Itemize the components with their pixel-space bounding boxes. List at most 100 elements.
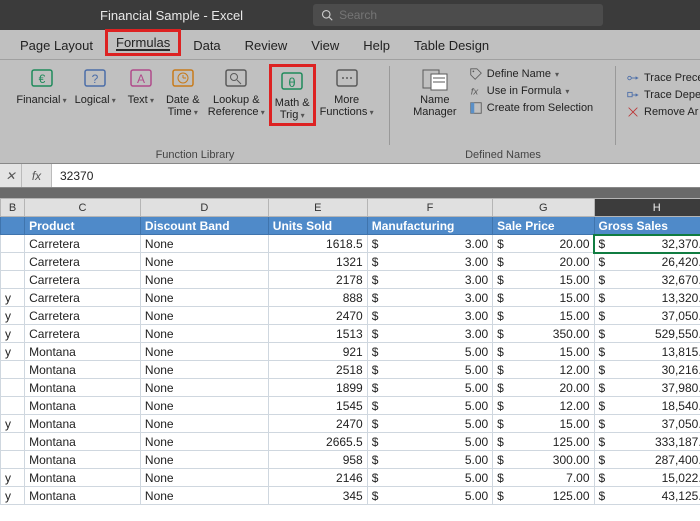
grid[interactable]: B C D E F G H Product Discount Band Unit… [0,198,700,505]
tab-formulas[interactable]: Formulas [105,29,181,56]
financial-button[interactable]: € Financial [12,64,70,108]
cell[interactable]: Montana [25,487,141,505]
cell[interactable]: y [1,487,25,505]
cell[interactable]: Carretera [25,325,141,343]
cell[interactable]: 287,400.00 [594,451,700,469]
cell[interactable]: 37,980.00 [594,379,700,397]
cell[interactable]: None [140,469,268,487]
cell[interactable]: 3.00 [367,235,492,253]
remove-arrows-button[interactable]: Remove Ar [624,104,700,120]
more-functions-button[interactable]: More Functions [316,64,378,120]
cell[interactable]: None [140,253,268,271]
cell[interactable]: 350.00 [493,325,594,343]
cell[interactable] [1,253,25,271]
cell[interactable]: 3.00 [367,289,492,307]
cell[interactable]: 5.00 [367,397,492,415]
define-name-button[interactable]: Define Name [467,66,595,82]
cell[interactable]: Carretera [25,307,141,325]
cell[interactable]: 1899 [268,379,367,397]
cell[interactable]: 3.00 [367,253,492,271]
cell[interactable]: 26,420.00 [594,253,700,271]
cell[interactable]: None [140,415,268,433]
cell[interactable] [1,361,25,379]
cell[interactable]: 529,550.00 [594,325,700,343]
cell[interactable]: None [140,343,268,361]
cell[interactable]: 2470 [268,307,367,325]
cell[interactable]: 15.00 [493,415,594,433]
math-trig-button[interactable]: θ Math & Trig [269,64,316,126]
tab-table-design[interactable]: Table Design [402,32,501,59]
create-from-selection-button[interactable]: Create from Selection [467,100,595,116]
table-row[interactable]: CarreteraNone13213.0020.0026,420.00 [1,253,700,271]
cell[interactable]: None [140,433,268,451]
formula-value[interactable]: 32370 [52,164,700,187]
tab-help[interactable]: Help [351,32,402,59]
cancel-formula-button[interactable]: ✕ [0,164,22,187]
cell[interactable]: None [140,271,268,289]
cell[interactable]: None [140,397,268,415]
table-row[interactable]: yMontanaNone21465.007.0015,022.00 [1,469,700,487]
fx-button[interactable]: fx [22,164,52,187]
cell[interactable]: 5.00 [367,469,492,487]
table-row[interactable]: yCarreteraNone15133.00350.00529,550.00 [1,325,700,343]
cell[interactable]: Carretera [25,253,141,271]
cell[interactable]: 921 [268,343,367,361]
table-row[interactable]: MontanaNone25185.0012.0030,216.00 [1,361,700,379]
tab-page-layout[interactable]: Page Layout [8,32,105,59]
cell[interactable]: 15.00 [493,307,594,325]
cell[interactable]: None [140,307,268,325]
cell[interactable]: 12.00 [493,397,594,415]
table-row[interactable]: MontanaNone18995.0020.0037,980.00 [1,379,700,397]
cell[interactable]: Montana [25,361,141,379]
table-row[interactable]: yMontanaNone9215.0015.0013,815.00 [1,343,700,361]
cell[interactable]: 300.00 [493,451,594,469]
cell[interactable]: 5.00 [367,343,492,361]
cell[interactable]: Montana [25,397,141,415]
col-f[interactable]: F [367,199,492,217]
cell[interactable]: Montana [25,469,141,487]
cell[interactable]: y [1,343,25,361]
cell[interactable]: 2146 [268,469,367,487]
cell[interactable]: 13,320.00 [594,289,700,307]
cell[interactable]: 15.00 [493,343,594,361]
cell[interactable]: 888 [268,289,367,307]
cell[interactable]: None [140,289,268,307]
name-manager-button[interactable]: Name Manager [407,64,463,120]
tab-view[interactable]: View [299,32,351,59]
cell[interactable]: Montana [25,343,141,361]
cell[interactable]: Montana [25,433,141,451]
cell[interactable]: 5.00 [367,451,492,469]
cell[interactable]: 333,187.50 [594,433,700,451]
cell[interactable]: 1321 [268,253,367,271]
cell[interactable]: None [140,325,268,343]
table-row[interactable]: CarreteraNone1618.53.0020.0032,370.00 [1,235,700,253]
use-in-formula-button[interactable]: fx Use in Formula [467,83,595,99]
cell[interactable]: 1618.5 [268,235,367,253]
cell[interactable]: 12.00 [493,361,594,379]
cell[interactable]: None [140,379,268,397]
table-row[interactable]: yMontanaNone24705.0015.0037,050.00 [1,415,700,433]
cell[interactable]: 5.00 [367,379,492,397]
cell[interactable]: 125.00 [493,487,594,505]
cell[interactable]: 3.00 [367,271,492,289]
cell[interactable]: 125.00 [493,433,594,451]
table-row[interactable]: yCarreteraNone24703.0015.0037,050.00 [1,307,700,325]
cell[interactable] [1,379,25,397]
cell[interactable]: Carretera [25,235,141,253]
col-b[interactable]: B [1,199,25,217]
cell[interactable]: 1513 [268,325,367,343]
table-row[interactable]: MontanaNone15455.0012.0018,540.00 [1,397,700,415]
cell[interactable]: 2178 [268,271,367,289]
hdr-price[interactable]: Sale Price [493,217,594,235]
cell[interactable]: y [1,325,25,343]
cell[interactable]: 15,022.00 [594,469,700,487]
cell[interactable]: 2665.5 [268,433,367,451]
cell[interactable]: y [1,307,25,325]
cell[interactable]: 13,815.00 [594,343,700,361]
cell[interactable]: 30,216.00 [594,361,700,379]
cell[interactable]: 1545 [268,397,367,415]
trace-dependents-button[interactable]: Trace Depe [624,87,700,103]
table-row[interactable]: yCarreteraNone8883.0015.0013,320.00 [1,289,700,307]
cell[interactable]: 15.00 [493,289,594,307]
col-c[interactable]: C [25,199,141,217]
